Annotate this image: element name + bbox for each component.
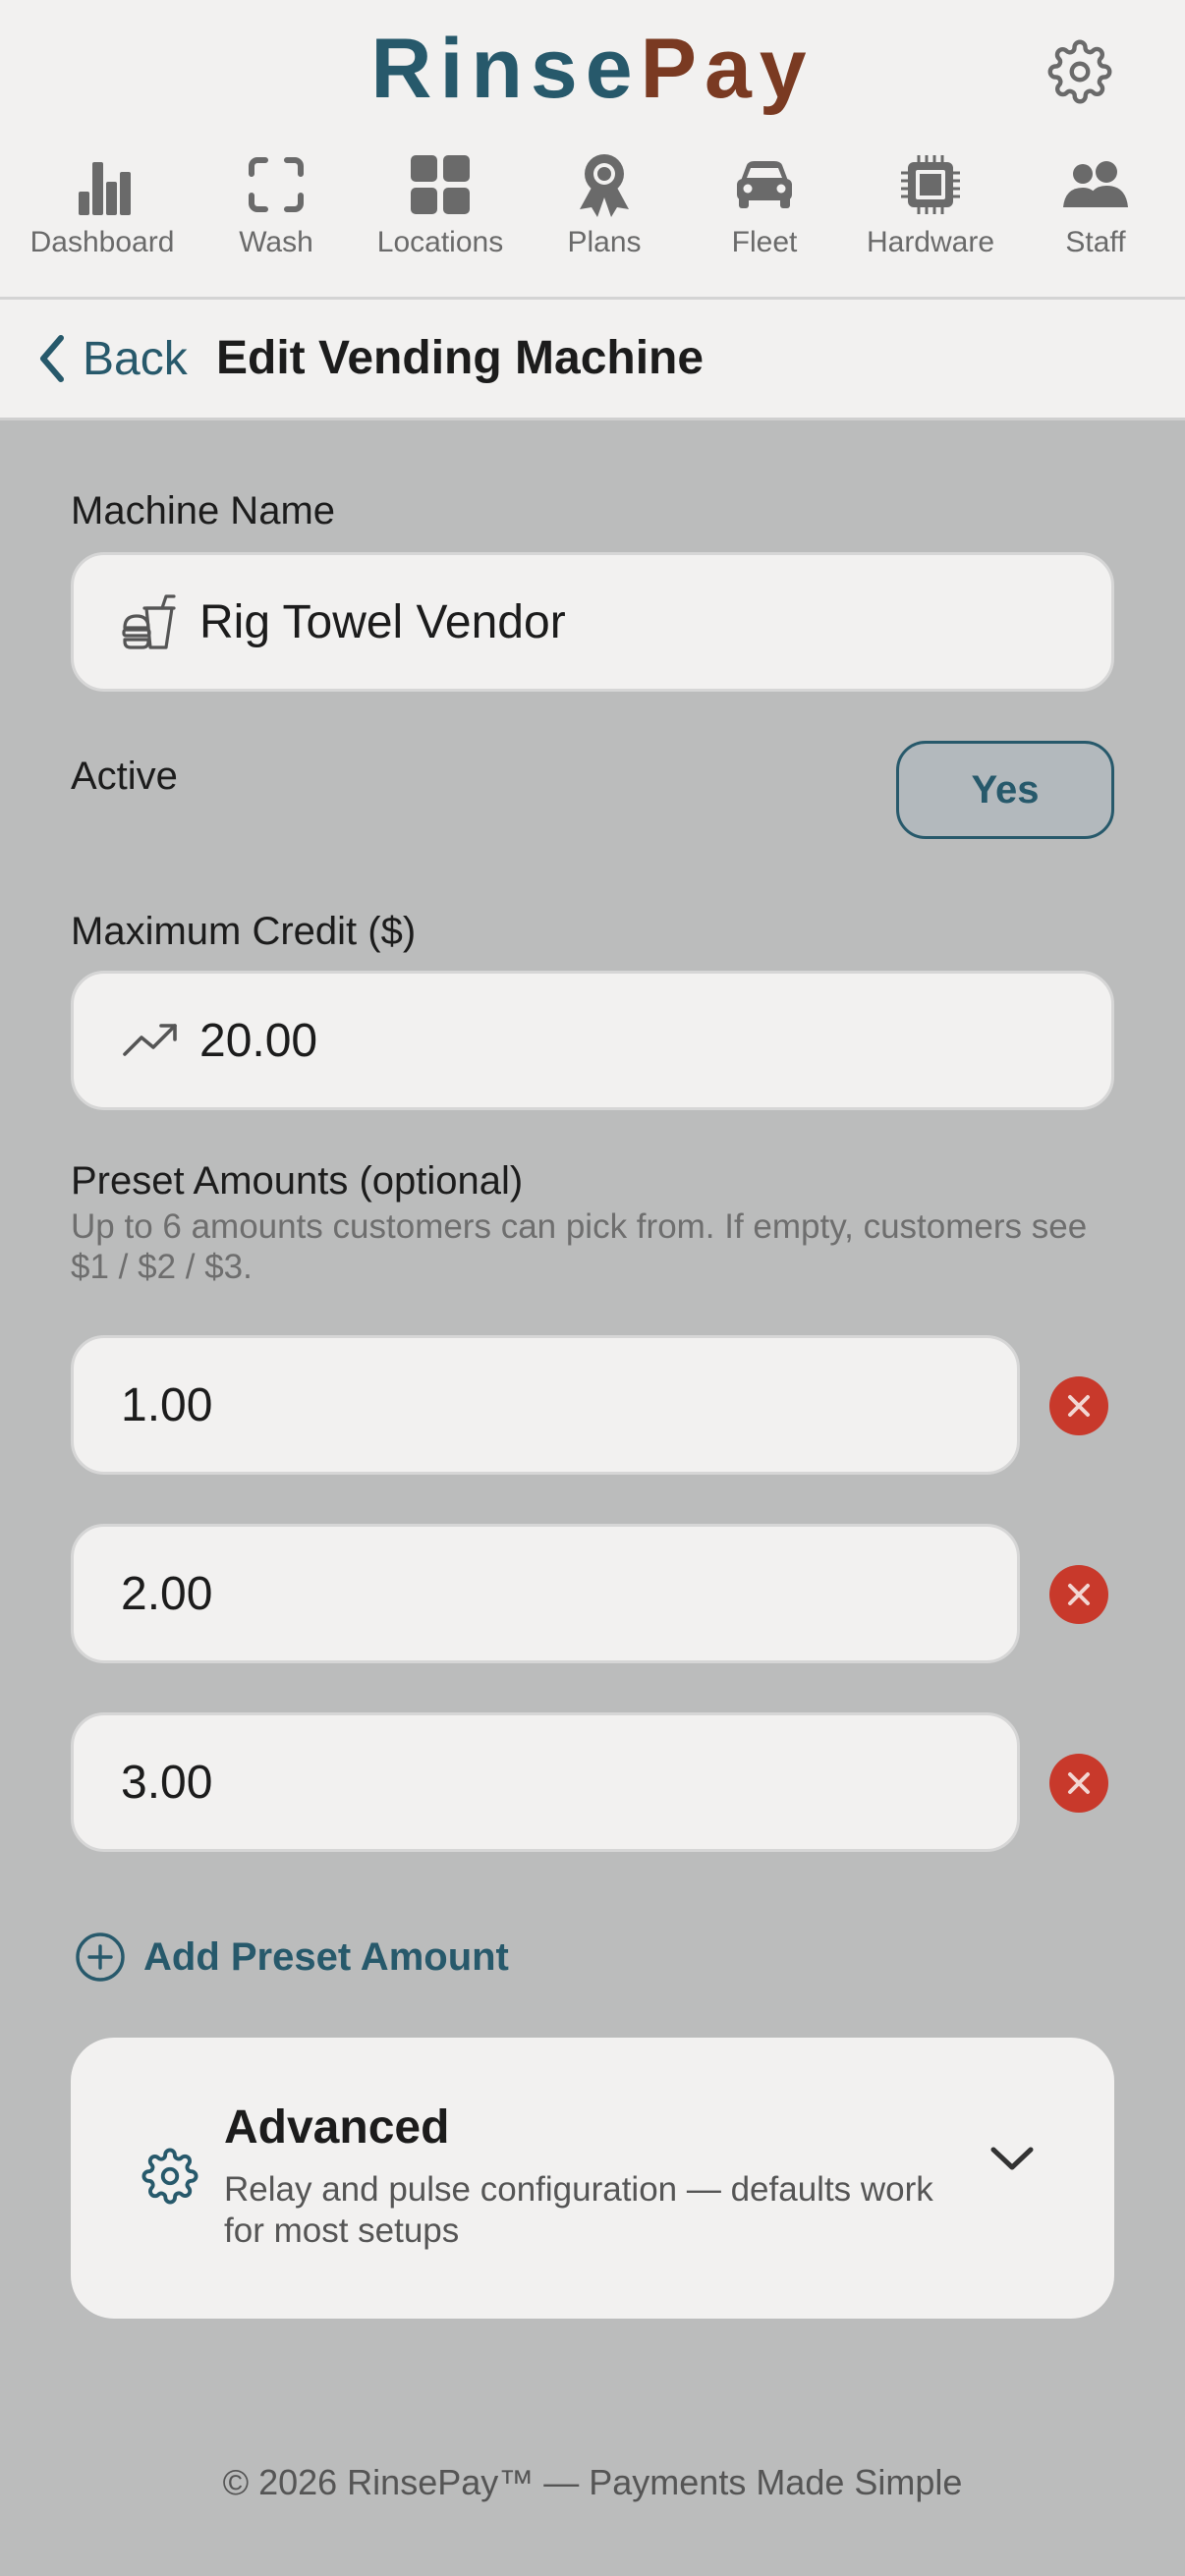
nav-item-fleet[interactable]: Fleet: [681, 147, 848, 270]
close-icon: [1068, 1772, 1090, 1794]
nav-item-locations[interactable]: Locations: [357, 147, 524, 270]
back-label: Back: [83, 332, 188, 385]
machine-name-label: Machine Name: [71, 489, 336, 532]
machine-name-field[interactable]: Rig Towel Vendor: [71, 552, 1114, 692]
trending-up-icon: [123, 1024, 177, 1056]
car-icon: [737, 160, 792, 208]
nav-label: Wash: [239, 226, 313, 258]
settings-button[interactable]: [1042, 33, 1118, 110]
max-credit-label: Maximum Credit ($): [71, 910, 417, 953]
grid-icon: [411, 154, 470, 214]
brand-logo: RinsePay: [0, 18, 1185, 120]
advanced-section[interactable]: Advanced Relay and pulse configuration —…: [71, 2038, 1114, 2319]
brand-part-2: Pay: [640, 22, 815, 116]
top-bar: RinsePay Dashboard Wash Locations Plans …: [0, 0, 1185, 300]
max-credit-field[interactable]: 20.00: [71, 971, 1114, 1110]
nav-label: Locations: [376, 226, 504, 258]
add-preset-button[interactable]: Add Preset Amount: [75, 1928, 509, 1987]
food-drink-icon: [122, 594, 176, 649]
preset-amount-field-1[interactable]: 1.00: [71, 1335, 1020, 1475]
chevron-left-icon: [40, 335, 64, 382]
remove-preset-button-3[interactable]: [1049, 1754, 1108, 1813]
nav-label: Fleet: [731, 226, 798, 258]
preset-amounts-label: Preset Amounts (optional): [71, 1159, 524, 1203]
active-label: Active: [71, 755, 178, 798]
chip-icon: [901, 154, 960, 214]
main-nav: Dashboard Wash Locations Plans Fleet Har…: [0, 147, 1185, 270]
close-icon: [1068, 1584, 1090, 1605]
bar-chart-icon: [79, 161, 131, 215]
max-credit-value: 20.00: [199, 1014, 318, 1067]
preset-amount-field-3[interactable]: 3.00: [71, 1712, 1020, 1852]
nav-item-hardware[interactable]: Hardware: [847, 147, 1014, 270]
nav-item-wash[interactable]: Wash: [193, 147, 360, 270]
remove-preset-button-2[interactable]: [1049, 1565, 1108, 1624]
advanced-title: Advanced: [224, 2101, 450, 2154]
nav-label: Dashboard: [29, 226, 175, 258]
gear-icon: [141, 2148, 198, 2205]
award-ribbon-icon: [580, 153, 629, 217]
plus-circle-icon: [76, 1932, 125, 1982]
nav-item-plans[interactable]: Plans: [521, 147, 688, 270]
preset-amount-value: 3.00: [121, 1756, 213, 1809]
nav-label: Hardware: [866, 226, 995, 258]
nav-label: Plans: [567, 226, 642, 258]
back-button[interactable]: Back: [37, 329, 188, 388]
page-header: Back Edit Vending Machine: [0, 300, 1185, 420]
add-preset-label: Add Preset Amount: [143, 1934, 509, 1979]
gear-icon: [1047, 39, 1112, 104]
page-title: Edit Vending Machine: [216, 332, 705, 384]
scan-frame-icon: [249, 156, 304, 212]
chevron-down-icon: [990, 2147, 1034, 2170]
nav-item-dashboard[interactable]: Dashboard: [19, 147, 186, 270]
preset-amount-field-2[interactable]: 2.00: [71, 1524, 1020, 1663]
active-toggle[interactable]: Yes: [896, 741, 1114, 839]
preset-amounts-help: Up to 6 amounts customers can pick from.…: [71, 1207, 1088, 1286]
machine-name-value: Rig Towel Vendor: [199, 595, 566, 648]
nav-item-staff[interactable]: Staff: [1012, 147, 1179, 270]
brand-part-1: Rinse: [370, 22, 641, 116]
preset-amount-value: 2.00: [121, 1567, 213, 1620]
nav-label: Staff: [1065, 226, 1126, 258]
users-icon: [1063, 160, 1128, 207]
footer-copyright: © 2026 RinsePay™ — Payments Made Simple: [222, 2462, 963, 2502]
advanced-description: Relay and pulse configuration — defaults…: [224, 2170, 933, 2250]
remove-preset-button-1[interactable]: [1049, 1376, 1108, 1435]
close-icon: [1068, 1395, 1090, 1417]
preset-amount-value: 1.00: [121, 1378, 213, 1431]
